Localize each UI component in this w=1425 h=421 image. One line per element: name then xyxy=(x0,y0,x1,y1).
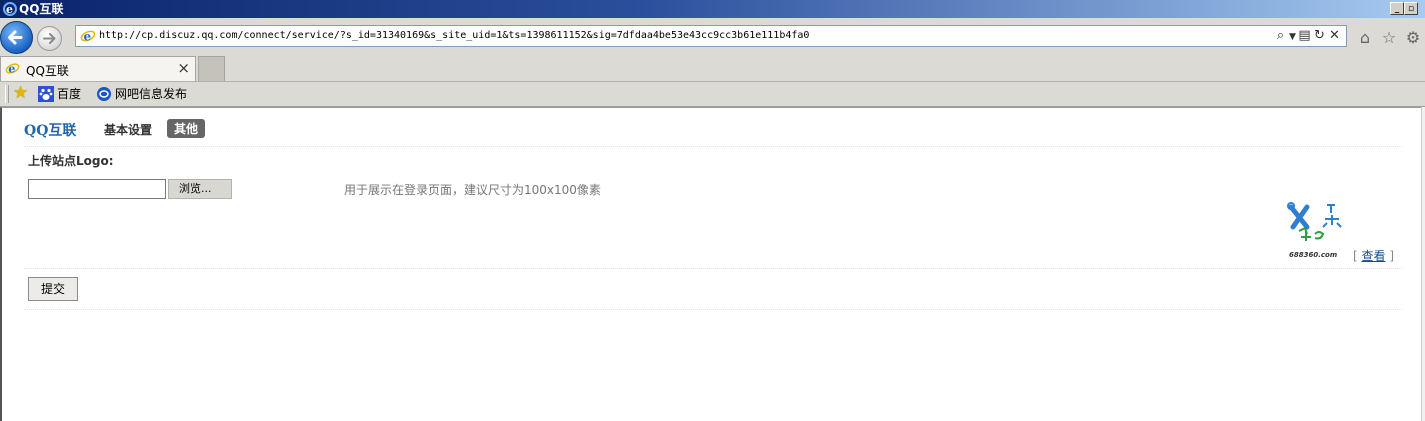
divider xyxy=(24,146,1402,147)
bracket-close: ] xyxy=(1389,249,1395,263)
favorite-label: 百度 xyxy=(57,87,82,101)
address-bar[interactable]: e http://cp.discuz.qq.com/connect/servic… xyxy=(75,25,1347,47)
browse-button[interactable]: 浏览... xyxy=(168,179,232,199)
svg-text:e: e xyxy=(6,3,13,16)
brand-title: QQ互联 xyxy=(24,123,77,139)
tab-qq-connect[interactable]: e QQ互联 × xyxy=(0,56,196,81)
compatibility-view-icon[interactable]: ▤ xyxy=(1297,27,1312,45)
stop-icon[interactable]: ✕ xyxy=(1327,27,1342,45)
divider xyxy=(24,268,1402,269)
view-logo-link[interactable]: 查看 xyxy=(1362,249,1386,263)
svg-text:e: e xyxy=(84,30,92,44)
home-icon[interactable]: ⌂ xyxy=(1353,28,1377,47)
forward-arrow-icon xyxy=(43,33,56,44)
favorites-star-icon[interactable]: ☆ xyxy=(1377,28,1401,47)
upload-logo-label: 上传站点Logo: xyxy=(28,154,114,168)
window-title-bar: e QQ互联 _ ▫ × xyxy=(0,0,1425,18)
url-text[interactable]: http://cp.discuz.qq.com/connect/service/… xyxy=(99,29,809,43)
vertical-scrollbar[interactable] xyxy=(1421,107,1425,421)
favorites-bar: ★ 百度 网吧信息发布 xyxy=(0,82,1425,107)
dropdown-icon[interactable]: ▼ xyxy=(1288,28,1297,46)
back-button[interactable] xyxy=(0,21,33,54)
page-ie-icon: e xyxy=(80,30,96,44)
minimize-button[interactable]: _ xyxy=(1390,2,1404,15)
baidu-paw-icon xyxy=(38,86,54,102)
page-content: QQ互联 基本设置 其他 上传站点Logo: 浏览... 用于展示在登录页面，建… xyxy=(0,107,1421,421)
toolbar-grip[interactable] xyxy=(5,85,9,103)
svg-text:e: e xyxy=(8,62,15,76)
search-icon[interactable]: ⌕ xyxy=(1273,27,1288,45)
divider xyxy=(24,309,1402,310)
window-title: QQ互联 xyxy=(19,2,64,16)
back-arrow-icon xyxy=(8,30,23,45)
nav-other[interactable]: 其他 xyxy=(167,119,206,138)
ie-page-icon: e xyxy=(5,62,20,76)
maximize-button[interactable]: ▫ xyxy=(1404,2,1418,15)
view-link-group: [ 查看 ] xyxy=(1353,247,1394,264)
nav-basic-settings[interactable]: 基本设置 xyxy=(104,121,152,138)
logo-file-path-input[interactable] xyxy=(28,179,166,199)
favorite-label: 网吧信息发布 xyxy=(115,87,188,101)
globe-icon xyxy=(97,87,111,101)
forward-button[interactable] xyxy=(37,26,62,51)
favorite-netbar-info[interactable]: 网吧信息发布 xyxy=(96,86,187,102)
upload-hint-text: 用于展示在登录页面，建议尺寸为100x100像素 xyxy=(344,183,601,197)
new-tab-button[interactable] xyxy=(198,56,225,81)
bracket-open: [ xyxy=(1353,249,1358,263)
tab-bar: e QQ互联 × xyxy=(0,55,1425,82)
tab-close-icon[interactable]: × xyxy=(177,59,190,77)
ie-logo-icon: e xyxy=(3,2,17,16)
svg-text:688360.com: 688360.com xyxy=(1289,251,1337,259)
tab-label: QQ互联 xyxy=(26,64,69,78)
gear-icon[interactable]: ⚙ xyxy=(1401,28,1425,47)
site-watermark-logo: 688360.com xyxy=(1287,202,1342,259)
favorites-add-star-icon[interactable]: ★ xyxy=(13,84,31,102)
browser-tools: ⌂ ☆ ⚙ xyxy=(1353,28,1425,47)
submit-button[interactable]: 提交 xyxy=(28,277,78,301)
navigation-bar: e http://cp.discuz.qq.com/connect/servic… xyxy=(0,18,1425,55)
favorite-baidu[interactable]: 百度 xyxy=(38,86,81,102)
refresh-icon[interactable]: ↻ xyxy=(1312,27,1327,45)
address-bar-actions: ⌕ ▼ ▤ ↻ ✕ xyxy=(1273,27,1342,45)
